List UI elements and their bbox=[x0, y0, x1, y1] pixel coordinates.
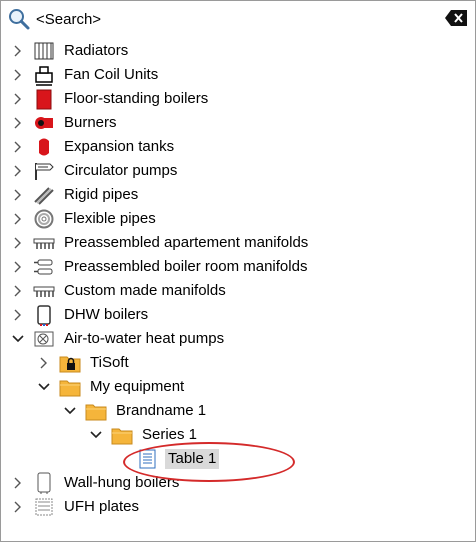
chevron-down-icon[interactable] bbox=[89, 428, 103, 442]
search-bar[interactable]: <Search> bbox=[1, 1, 475, 35]
fan-coil-icon bbox=[33, 64, 55, 86]
tree-item-label: Preassembled apartement manifolds bbox=[64, 234, 309, 251]
tree-item-label: Expansion tanks bbox=[64, 138, 175, 155]
equipment-tree: Radiators Fan Coil Units Floor-standing bo… bbox=[1, 39, 475, 519]
pump-icon bbox=[33, 160, 55, 182]
tree-item-label: My equipment bbox=[90, 378, 185, 395]
wall-boiler-icon bbox=[33, 472, 55, 494]
tree-item-expansion-tanks[interactable]: Expansion tanks bbox=[1, 135, 475, 159]
tree-item-label: Burners bbox=[64, 114, 117, 131]
chevron-right-icon[interactable] bbox=[11, 260, 25, 274]
tree-item-wall-hung-boilers[interactable]: Wall-hung boilers bbox=[1, 471, 475, 495]
chevron-right-icon[interactable] bbox=[11, 116, 25, 130]
flexible-pipe-icon bbox=[33, 208, 55, 230]
burner-icon bbox=[33, 112, 55, 134]
tree-item-label: Floor-standing boilers bbox=[64, 90, 209, 107]
tree-item-label: Brandname 1 bbox=[116, 402, 207, 419]
chevron-down-icon[interactable] bbox=[11, 332, 25, 346]
tree-item-fan-coil-units[interactable]: Fan Coil Units bbox=[1, 63, 475, 87]
tree-item-label: Rigid pipes bbox=[64, 186, 139, 203]
clear-input-icon[interactable] bbox=[445, 10, 467, 26]
search-input[interactable]: <Search> bbox=[36, 11, 101, 28]
tree-item-label: TiSoft bbox=[90, 354, 129, 371]
tree-item-label: Custom made manifolds bbox=[64, 282, 226, 299]
chevron-right-icon[interactable] bbox=[37, 356, 51, 370]
ufh-plate-icon bbox=[33, 496, 55, 518]
tree-item-label: Radiators bbox=[64, 42, 129, 59]
chevron-right-icon[interactable] bbox=[11, 236, 25, 250]
table-document-icon bbox=[137, 448, 159, 470]
manifold-icon bbox=[33, 232, 55, 254]
chevron-right-icon[interactable] bbox=[11, 44, 25, 58]
chevron-right-icon[interactable] bbox=[11, 164, 25, 178]
folder-icon bbox=[85, 400, 107, 422]
tree-item-my-equipment[interactable]: My equipment bbox=[1, 375, 475, 399]
folder-icon bbox=[59, 376, 81, 398]
tree-item-preassembled-boiler-room-manifolds[interactable]: Preassembled boiler room manifolds bbox=[1, 255, 475, 279]
chevron-right-icon[interactable] bbox=[11, 140, 25, 154]
heat-pump-icon bbox=[33, 328, 55, 350]
magnifier-icon bbox=[9, 9, 30, 30]
tree-item-circulator-pumps[interactable]: Circulator pumps bbox=[1, 159, 475, 183]
tree-item-air-to-water-heat-pumps[interactable]: Air-to-water heat pumps bbox=[1, 327, 475, 351]
tree-item-burners[interactable]: Burners bbox=[1, 111, 475, 135]
tree-item-label: Series 1 bbox=[142, 426, 198, 443]
tree-item-ufh-plates[interactable]: UFH plates bbox=[1, 495, 475, 519]
equipment-tree-panel: <Search> Radiators Fan Coil Units Floor-st… bbox=[0, 0, 476, 542]
tree-item-dhw-boilers[interactable]: DHW boilers bbox=[1, 303, 475, 327]
tree-item-radiators[interactable]: Radiators bbox=[1, 39, 475, 63]
boiler-icon bbox=[33, 88, 55, 110]
rigid-pipe-icon bbox=[33, 184, 55, 206]
locked-folder-icon bbox=[59, 352, 81, 374]
chevron-right-icon[interactable] bbox=[11, 308, 25, 322]
tree-item-label: Circulator pumps bbox=[64, 162, 178, 179]
chevron-down-icon[interactable] bbox=[63, 404, 77, 418]
tree-item-floor-standing-boilers[interactable]: Floor-standing boilers bbox=[1, 87, 475, 111]
chevron-right-icon[interactable] bbox=[11, 212, 25, 226]
chevron-right-icon[interactable] bbox=[11, 476, 25, 490]
tree-item-brandname-1[interactable]: Brandname 1 bbox=[1, 399, 475, 423]
folder-icon bbox=[111, 424, 133, 446]
manifold-icon bbox=[33, 280, 55, 302]
chevron-right-icon[interactable] bbox=[11, 284, 25, 298]
tree-item-label: Wall-hung boilers bbox=[64, 474, 180, 491]
dhw-boiler-icon bbox=[33, 304, 55, 326]
tree-item-rigid-pipes[interactable]: Rigid pipes bbox=[1, 183, 475, 207]
tree-item-label: Flexible pipes bbox=[64, 210, 156, 227]
tree-item-tisoft[interactable]: TiSoft bbox=[1, 351, 475, 375]
tree-item-table-1[interactable]: Table 1 bbox=[1, 447, 475, 471]
chevron-right-icon[interactable] bbox=[11, 188, 25, 202]
expansion-tank-icon bbox=[33, 136, 55, 158]
boiler-room-manifold-icon bbox=[33, 256, 55, 278]
tree-item-label: UFH plates bbox=[64, 498, 140, 515]
chevron-right-icon[interactable] bbox=[11, 500, 25, 514]
tree-item-label: Fan Coil Units bbox=[64, 66, 159, 83]
chevron-right-icon[interactable] bbox=[11, 68, 25, 82]
tree-item-label: Air-to-water heat pumps bbox=[64, 330, 225, 347]
tree-item-label: Preassembled boiler room manifolds bbox=[64, 258, 308, 275]
chevron-right-icon[interactable] bbox=[11, 92, 25, 106]
tree-item-flexible-pipes[interactable]: Flexible pipes bbox=[1, 207, 475, 231]
tree-item-preassembled-apartement-manifolds[interactable]: Preassembled apartement manifolds bbox=[1, 231, 475, 255]
chevron-down-icon[interactable] bbox=[37, 380, 51, 394]
radiator-icon bbox=[33, 40, 55, 62]
tree-item-custom-made-manifolds[interactable]: Custom made manifolds bbox=[1, 279, 475, 303]
tree-item-series-1[interactable]: Series 1 bbox=[1, 423, 475, 447]
tree-item-label: DHW boilers bbox=[64, 306, 149, 323]
tree-item-label: Table 1 bbox=[165, 449, 220, 469]
